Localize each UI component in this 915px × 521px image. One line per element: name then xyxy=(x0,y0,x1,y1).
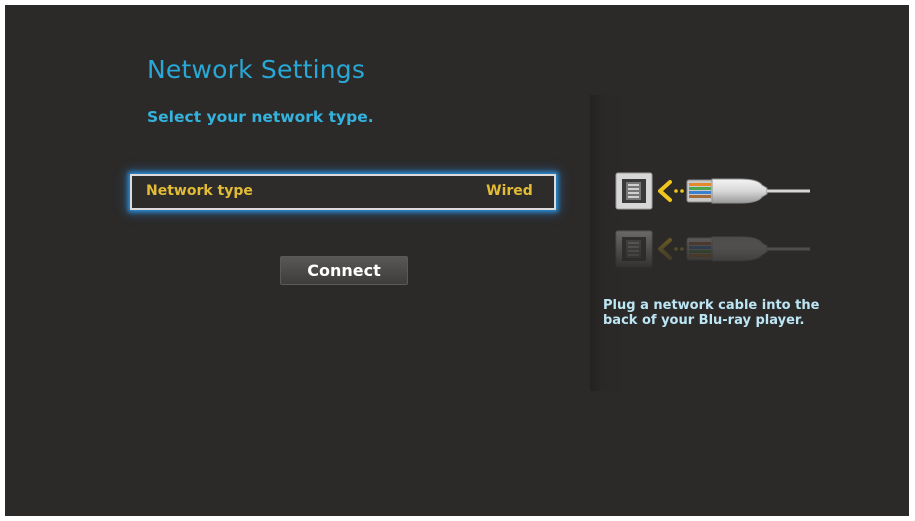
network-type-label: Network type xyxy=(146,183,253,199)
page-subtitle: Select your network type. xyxy=(147,108,374,126)
page-title: Network Settings xyxy=(147,55,366,84)
connect-button[interactable]: Connect xyxy=(280,256,408,285)
ethernet-cable-plug-icon xyxy=(614,172,812,269)
tv-screen: Network Settings Select your network typ… xyxy=(5,5,909,516)
cable-hint-text: Plug a network cable into the back of yo… xyxy=(603,298,820,328)
help-panel: Plug a network cable into the back of yo… xyxy=(590,95,909,391)
network-type-row[interactable]: Network type Wired xyxy=(130,174,556,210)
